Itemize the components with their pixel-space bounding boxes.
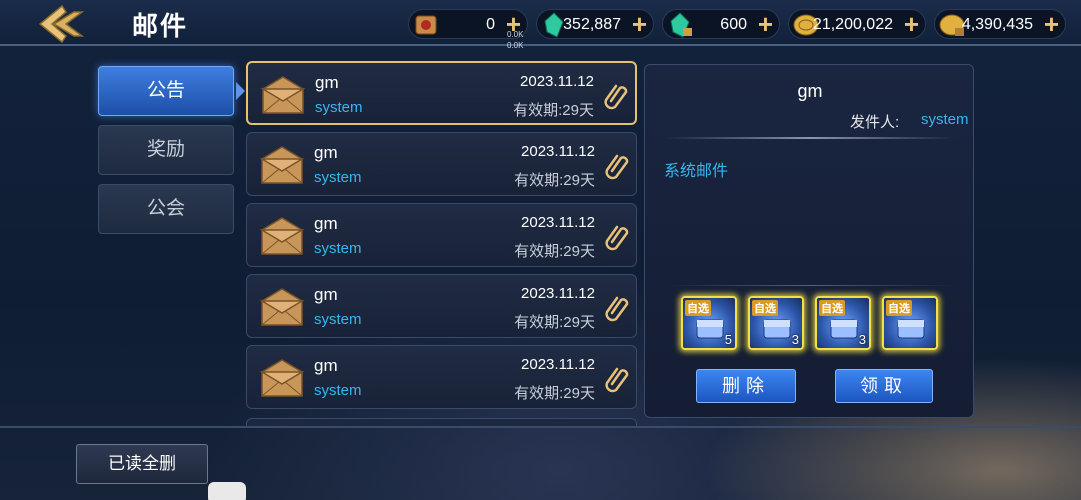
chest-icon xyxy=(696,319,724,339)
net-up-speed: 0.0K xyxy=(507,30,524,39)
envelope-icon xyxy=(259,288,305,326)
delete-button[interactable]: 删除 xyxy=(696,369,796,403)
mail-date: 2023.11.12 xyxy=(521,356,595,373)
add-locked-gold-button[interactable]: + xyxy=(1044,11,1059,37)
divider xyxy=(665,285,955,286)
scroll-icon xyxy=(415,15,437,35)
floating-tool-icon[interactable] xyxy=(208,482,246,500)
add-gold-button[interactable]: + xyxy=(904,11,919,37)
item-count: 3 xyxy=(791,332,799,347)
tab-announcement[interactable]: 公告 xyxy=(98,66,234,116)
page-title: 邮件 xyxy=(132,11,189,41)
mail-item[interactable]: gm system 2023.11.12 有效期:29天 xyxy=(246,61,637,125)
mail-item[interactable]: gm system 2023.11.12 有效期:29天 xyxy=(246,203,637,267)
resource-crystal: 352,887 + xyxy=(536,9,654,39)
envelope-icon xyxy=(259,359,305,397)
resource-value: 21,200,022 xyxy=(812,16,893,33)
add-locked-crystal-button[interactable]: + xyxy=(758,11,773,37)
top-bar: 邮件 0 + 352,887 + 600 + 21,200,022 + 4,39… xyxy=(0,0,1081,46)
resource-locked-crystal: 600 + xyxy=(662,9,780,39)
mail-item[interactable]: gm system 2023.11.12 有效期:29天 xyxy=(246,345,637,409)
mail-sender: system xyxy=(314,311,362,328)
mail-date: 2023.11.12 xyxy=(521,143,595,160)
divider xyxy=(665,137,955,139)
mail-item[interactable]: gm system 2023.11.12 有效期:29天 xyxy=(246,132,637,196)
envelope-icon xyxy=(260,76,306,114)
resource-value: 0 xyxy=(486,16,495,33)
item-count: 5 xyxy=(724,332,732,347)
mail-subject: gm xyxy=(314,356,338,375)
mail-subject: gm xyxy=(314,285,338,304)
mail-detail-panel: gm 发件人: system 系统邮件 自选 5 自选 3 自选 3 自选 删除… xyxy=(644,64,974,418)
attachment-clip-icon xyxy=(605,154,629,180)
delete-read-button[interactable]: 已读全删 xyxy=(76,444,208,484)
mail-body: 系统邮件 xyxy=(664,163,729,180)
mail-expiry: 有效期:29天 xyxy=(514,385,595,402)
sender-name: system xyxy=(921,111,969,128)
resource-locked-gold: 4,390,435 + xyxy=(934,9,1066,39)
locked-crystal-icon xyxy=(670,12,692,38)
mail-expiry: 有效期:29天 xyxy=(514,172,595,189)
mail-sender: system xyxy=(314,240,362,257)
envelope-icon xyxy=(259,146,305,184)
add-crystal-button[interactable]: + xyxy=(632,11,647,37)
chest-icon xyxy=(897,319,925,339)
mail-expiry: 有效期:29天 xyxy=(514,243,595,260)
mail-expiry: 有效期:29天 xyxy=(513,102,594,119)
sender-label: 发件人: xyxy=(850,114,900,131)
net-down-speed: 0.0K xyxy=(507,41,524,50)
mail-date: 2023.11.12 xyxy=(520,73,594,90)
mail-subject: gm xyxy=(314,143,338,162)
mail-expiry: 有效期:29天 xyxy=(514,314,595,331)
attachment-clip-icon xyxy=(605,296,629,322)
tab-reward[interactable]: 奖励 xyxy=(98,125,234,175)
attachment-item[interactable]: 自选 5 xyxy=(681,296,737,350)
attachment-clip-icon xyxy=(605,367,629,393)
chest-icon xyxy=(763,319,791,339)
resource-value: 352,887 xyxy=(563,16,621,33)
tab-guild[interactable]: 公会 xyxy=(98,184,234,234)
mail-item[interactable]: gm system 2023.11.12 有效期:29天 xyxy=(246,274,637,338)
mail-sender: system xyxy=(315,99,363,116)
mail-subject: gm xyxy=(315,73,339,92)
mail-sender: system xyxy=(314,382,362,399)
back-arrow-icon[interactable] xyxy=(36,4,86,44)
mail-sender: system xyxy=(314,169,362,186)
attachment-clip-icon xyxy=(605,225,629,251)
resource-gold: 21,200,022 + xyxy=(788,9,926,39)
mail-detail-subject: gm xyxy=(797,81,823,101)
resource-value: 600 xyxy=(720,16,747,33)
item-count: 3 xyxy=(858,332,866,347)
attachment-item[interactable]: 自选 xyxy=(882,296,938,350)
attachment-clip-icon xyxy=(604,84,628,110)
claim-button[interactable]: 领取 xyxy=(835,369,933,403)
bottom-divider xyxy=(0,426,1081,428)
tab-pointer xyxy=(236,82,245,100)
resource-value: 4,390,435 xyxy=(961,16,1033,33)
chest-icon xyxy=(830,319,858,339)
mail-date: 2023.11.12 xyxy=(521,214,595,231)
mail-date: 2023.11.12 xyxy=(521,285,595,302)
attachment-item[interactable]: 自选 3 xyxy=(748,296,804,350)
mail-subject: gm xyxy=(314,214,338,233)
attachment-item[interactable]: 自选 3 xyxy=(815,296,871,350)
envelope-icon xyxy=(259,217,305,255)
